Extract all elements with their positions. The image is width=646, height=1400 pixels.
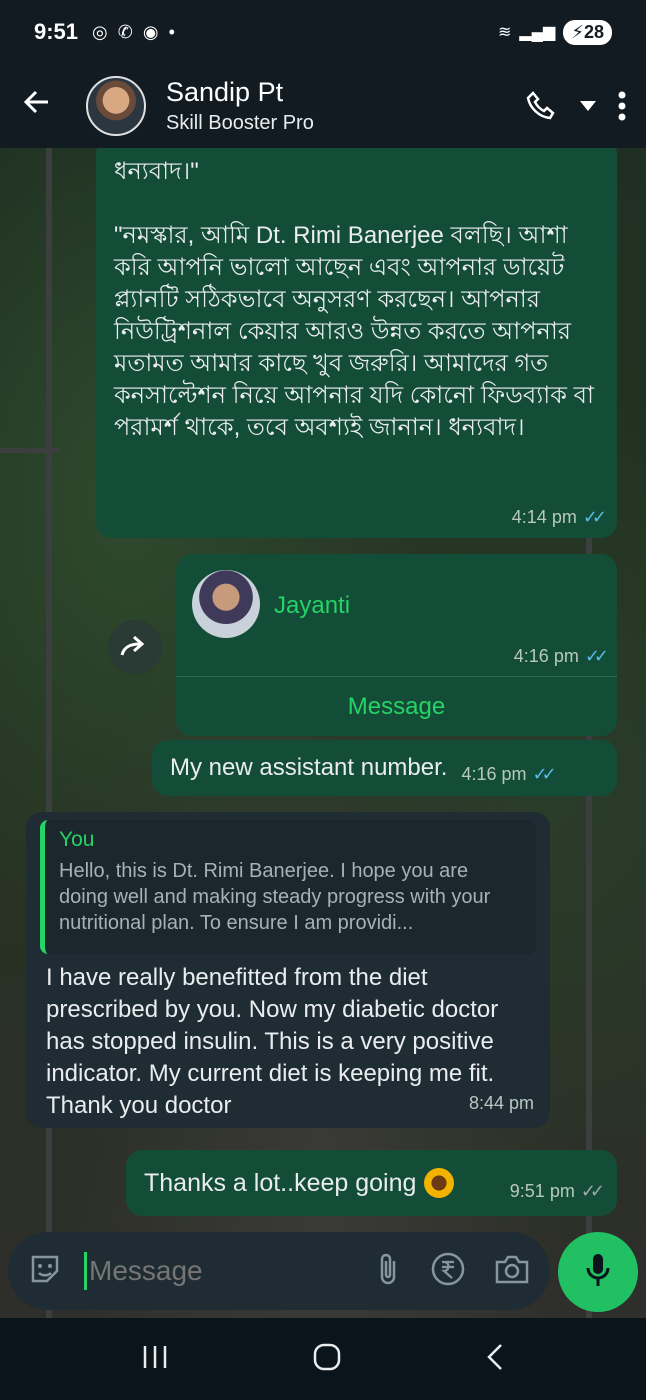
message-time: 8:44 pm bbox=[468, 1093, 534, 1113]
contact-status: Skill Booster Pro bbox=[166, 112, 314, 134]
message-meta: 4:16 pm ✓✓ bbox=[513, 646, 609, 667]
message-time: 4:16 pm bbox=[513, 646, 579, 666]
message-meta: 9:51 pm ✓✓ bbox=[509, 1180, 605, 1202]
battery-indicator: ⚡28 bbox=[563, 19, 612, 45]
camera-icon[interactable] bbox=[494, 1253, 530, 1290]
message-bubble-outgoing[interactable]: ধন্যবাদ।" "নমস্কার, আমি Dt. Rimi Banerje… bbox=[96, 148, 617, 538]
message-contact-button[interactable]: Message bbox=[176, 677, 617, 736]
quoted-message[interactable]: You Hello, this is Dt. Rimi Banerjee. I … bbox=[40, 820, 536, 954]
phone-icon[interactable] bbox=[524, 89, 558, 123]
message-meta: 4:16 pm ✓✓ bbox=[461, 763, 557, 785]
read-receipt-icon: ✓✓ bbox=[584, 646, 609, 666]
whatsapp-icon: ◎ bbox=[92, 21, 108, 42]
recents-icon[interactable] bbox=[141, 1344, 169, 1375]
rupee-icon[interactable] bbox=[430, 1251, 466, 1292]
message-meta: 4:14 pm ✓✓ bbox=[511, 507, 607, 528]
contact-name: Sandip Pt bbox=[166, 77, 284, 107]
background-frame bbox=[0, 448, 60, 453]
contact-info[interactable]: Sandip Pt Skill Booster Pro bbox=[166, 77, 314, 135]
message-time: 4:14 pm bbox=[511, 507, 577, 527]
contact-card-bubble[interactable]: Jayanti 4:16 pm ✓✓ Message bbox=[176, 554, 617, 736]
read-receipt-icon: ✓✓ bbox=[532, 763, 557, 784]
chat-header: Sandip Pt Skill Booster Pro bbox=[0, 64, 646, 148]
quote-text: Hello, this is Dt. Rimi Banerjee. I hope… bbox=[59, 860, 491, 934]
forward-icon[interactable] bbox=[108, 620, 162, 674]
home-icon[interactable] bbox=[312, 1342, 342, 1377]
message-text: Thanks a lot..keep going bbox=[144, 1169, 417, 1197]
shared-contact-name: Jayanti bbox=[274, 592, 351, 619]
notification-icons: ◎ ✆ ◉ • bbox=[92, 22, 175, 43]
delivered-receipt-icon: ✓✓ bbox=[580, 1180, 605, 1201]
app-icon: ◉ bbox=[142, 21, 159, 42]
status-time: 9:51 bbox=[34, 19, 79, 44]
message-text: I have really benefitted from the diet p… bbox=[46, 964, 505, 1119]
back-arrow-icon[interactable] bbox=[20, 86, 66, 127]
message-bubble-incoming[interactable]: You Hello, this is Dt. Rimi Banerjee. I … bbox=[26, 812, 550, 1128]
dot-icon: • bbox=[168, 21, 175, 42]
dropdown-icon[interactable] bbox=[580, 101, 596, 111]
quote-author: You bbox=[59, 828, 95, 851]
more-vert-icon[interactable] bbox=[618, 91, 626, 121]
call-icon: ✆ bbox=[117, 21, 133, 42]
wifi-icon: ≋ bbox=[497, 24, 512, 41]
message-bubble-outgoing[interactable]: My new assistant number. 4:16 pm ✓✓ bbox=[152, 740, 617, 796]
message-bubble-outgoing[interactable]: Thanks a lot..keep going 9:51 pm ✓✓ bbox=[126, 1150, 617, 1216]
message-meta: 8:44 pm bbox=[469, 1093, 534, 1114]
system-nav-bar bbox=[0, 1318, 646, 1400]
battery-level: 28 bbox=[583, 21, 604, 42]
nav-back-icon[interactable] bbox=[485, 1342, 505, 1377]
input-actions bbox=[376, 1251, 530, 1292]
message-time: 4:16 pm bbox=[461, 763, 527, 784]
shared-contact-avatar bbox=[192, 570, 260, 638]
sticker-icon[interactable] bbox=[28, 1252, 62, 1291]
mic-icon bbox=[583, 1252, 613, 1293]
message-input[interactable] bbox=[89, 1255, 289, 1287]
status-bar: 9:51 ◎ ✆ ◉ • ≋ ▂▄▆ ⚡28 bbox=[0, 0, 646, 64]
contact-avatar[interactable] bbox=[86, 76, 146, 136]
message-text: ধন্যবাদ।" "নমস্কার, আমি Dt. Rimi Banerje… bbox=[114, 158, 594, 441]
message-input-bar bbox=[8, 1232, 550, 1310]
signal-icon: ▂▄▆ bbox=[519, 24, 556, 41]
message-text: My new assistant number. bbox=[170, 754, 448, 781]
system-icons: ≋ ▂▄▆ ⚡28 bbox=[497, 19, 612, 45]
sunflower-emoji bbox=[424, 1168, 455, 1198]
text-caret bbox=[84, 1252, 87, 1290]
background-frame bbox=[46, 148, 52, 1318]
mic-button[interactable] bbox=[558, 1232, 638, 1312]
header-actions bbox=[524, 89, 626, 123]
read-receipt-icon: ✓✓ bbox=[582, 507, 607, 527]
chat-area[interactable]: ধন্যবাদ।" "নমস্কার, আমি Dt. Rimi Banerje… bbox=[0, 148, 646, 1318]
attach-icon[interactable] bbox=[376, 1251, 402, 1292]
message-time: 9:51 pm bbox=[509, 1180, 575, 1201]
